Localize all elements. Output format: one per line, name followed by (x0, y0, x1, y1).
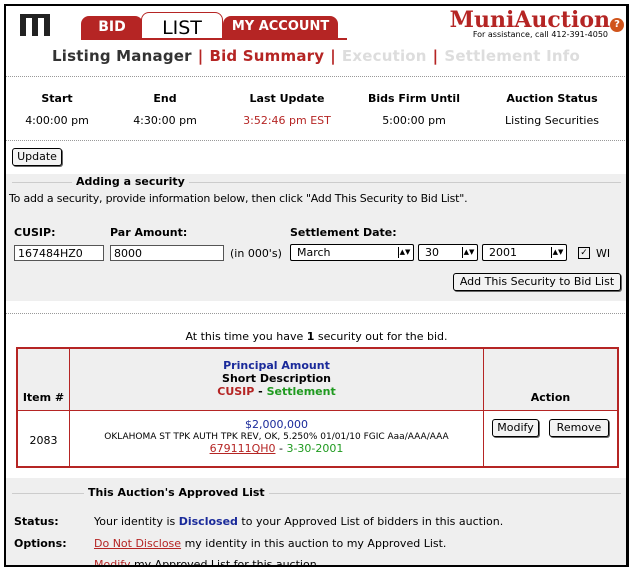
approved-list-legend: This Auction's Approved List (84, 486, 269, 499)
option-modify: Modify my Approved List for this auction… (94, 558, 321, 567)
tab-my-account[interactable]: MY ACCOUNT (223, 16, 338, 38)
auction-status-label: Auction Status (506, 92, 598, 105)
header-dash: - (254, 385, 267, 398)
row-principal: $2,000,000 (245, 418, 308, 431)
end-value: 4:30:00 pm (133, 114, 197, 127)
status-label: Status: (14, 515, 59, 528)
last-update-value: 3:52:46 pm EST (243, 114, 331, 127)
page-frame: BID LIST MY ACCOUNT MuniAuction For assi… (4, 4, 629, 567)
column-divider (483, 349, 484, 466)
logo-icon (20, 14, 50, 36)
par-unit-label: (in 000's) (230, 247, 282, 260)
header-short-description: Short Description (222, 372, 331, 385)
subnav-execution: Execution (341, 47, 427, 65)
settlement-date-label: Settlement Date: (290, 226, 397, 239)
divider (6, 313, 626, 314)
wi-label: WI (596, 247, 611, 260)
row-item-number: 2083 (29, 434, 58, 447)
start-value: 4:00:00 pm (25, 114, 89, 127)
securities-summary: At this time you have 1 security out for… (6, 330, 626, 343)
year-select[interactable]: 2001 ▲▼ (482, 244, 567, 261)
header-action: Action (530, 391, 571, 404)
approved-list-panel: This Auction's Approved List Status: You… (6, 478, 626, 567)
update-button[interactable]: Update (12, 148, 62, 166)
add-security-legend: Adding a security (72, 175, 189, 188)
select-arrow-icon: ▲▼ (398, 247, 411, 258)
row-description: $2,000,000 OKLAHOMA ST TPK AUTH TPK REV,… (70, 419, 483, 455)
header-settlement: Settlement (266, 385, 336, 398)
cusip-label: CUSIP: (14, 226, 56, 239)
cusip-input[interactable]: 167484HZ0 (14, 245, 104, 261)
header-cusip: CUSIP (217, 385, 255, 398)
modify-button[interactable]: Modify (492, 419, 539, 437)
end-label: End (153, 92, 177, 105)
tab-bid[interactable]: BID (81, 16, 143, 38)
bids-firm-until: Bids Firm Until 5:00:00 pm (359, 92, 469, 127)
status-post: to your Approved List of bidders in this… (241, 515, 504, 528)
option-do-not-disclose: Do Not Disclose my identity in this auct… (94, 537, 446, 550)
status-disclosed: Disclosed (178, 515, 238, 528)
header-description: Principal Amount Short Description CUSIP… (70, 359, 483, 398)
tab-underline (81, 38, 347, 40)
divider (6, 140, 626, 141)
subnav-separator: | (330, 47, 336, 65)
year-value: 2001 (489, 246, 517, 259)
last-update-label: Last Update (249, 92, 325, 105)
start-time: Start 4:00:00 pm (12, 92, 102, 127)
assistance-text: For assistance, call 412-391-4050 (472, 30, 608, 39)
status-pre: Your identity is (94, 515, 176, 528)
row-cusip-link[interactable]: 679111QH0 (210, 442, 276, 455)
month-value: March (297, 246, 331, 259)
add-security-button[interactable]: Add This Security to Bid List (453, 273, 621, 291)
auction-status: Auction Status Listing Securities (490, 92, 614, 127)
day-select[interactable]: 30 ▲▼ (418, 244, 478, 261)
tab-list[interactable]: LIST (141, 12, 223, 39)
header-principal: Principal Amount (223, 359, 330, 372)
day-value: 30 (425, 246, 439, 259)
select-arrow-icon: ▲▼ (462, 247, 475, 258)
bids-firm-value: 5:00:00 pm (382, 114, 446, 127)
summary-prefix: At this time you have (185, 330, 304, 343)
par-amount-input[interactable]: 8000 (110, 245, 224, 261)
subnav-separator: | (197, 47, 204, 65)
start-label: Start (41, 92, 73, 105)
do-not-disclose-link[interactable]: Do Not Disclose (94, 537, 181, 550)
row-settlement: 3-30-2001 (286, 442, 344, 455)
summary-suffix: security out for the bid. (317, 330, 448, 343)
last-update: Last Update 3:52:46 pm EST (227, 92, 347, 127)
month-select[interactable]: March ▲▼ (290, 244, 414, 261)
option1-text: my identity in this auction to my Approv… (184, 537, 447, 550)
divider (6, 76, 626, 77)
end-time: End 4:30:00 pm (120, 92, 210, 127)
par-amount-label: Par Amount: (110, 226, 188, 239)
help-icon[interactable]: ? (610, 18, 624, 32)
remove-button[interactable]: Remove (549, 419, 609, 437)
bid-list-table: Item # Principal Amount Short Descriptio… (16, 347, 619, 468)
wi-checkbox[interactable]: ✓ (578, 247, 590, 259)
add-security-instructions: To add a security, provide information b… (9, 192, 468, 205)
subnav-separator: | (432, 47, 439, 65)
header: BID LIST MY ACCOUNT MuniAuction For assi… (6, 6, 626, 78)
bids-firm-label: Bids Firm Until (368, 92, 460, 105)
summary-count: 1 (306, 330, 315, 343)
subnav-listing-manager[interactable]: Listing Manager (52, 47, 192, 65)
subnav: Listing Manager | Bid Summary | Execution | Se… (52, 47, 580, 65)
header-item: Item # (22, 391, 65, 404)
status-text: Your identity is Disclosed to your Appro… (94, 515, 503, 528)
options-label: Options: (14, 537, 67, 550)
row-dash: - (275, 442, 287, 455)
modify-approved-list-link[interactable]: Modify (94, 558, 130, 565)
auction-status-value: Listing Securities (505, 114, 599, 127)
option2-text: my Approved List for this auction. (133, 558, 321, 567)
select-arrow-icon: ▲▼ (551, 247, 564, 258)
add-security-panel: Adding a security To add a security, pro… (6, 174, 626, 301)
subnav-settlement-info: Settlement Info (444, 47, 580, 65)
subnav-bid-summary[interactable]: Bid Summary (209, 47, 324, 65)
